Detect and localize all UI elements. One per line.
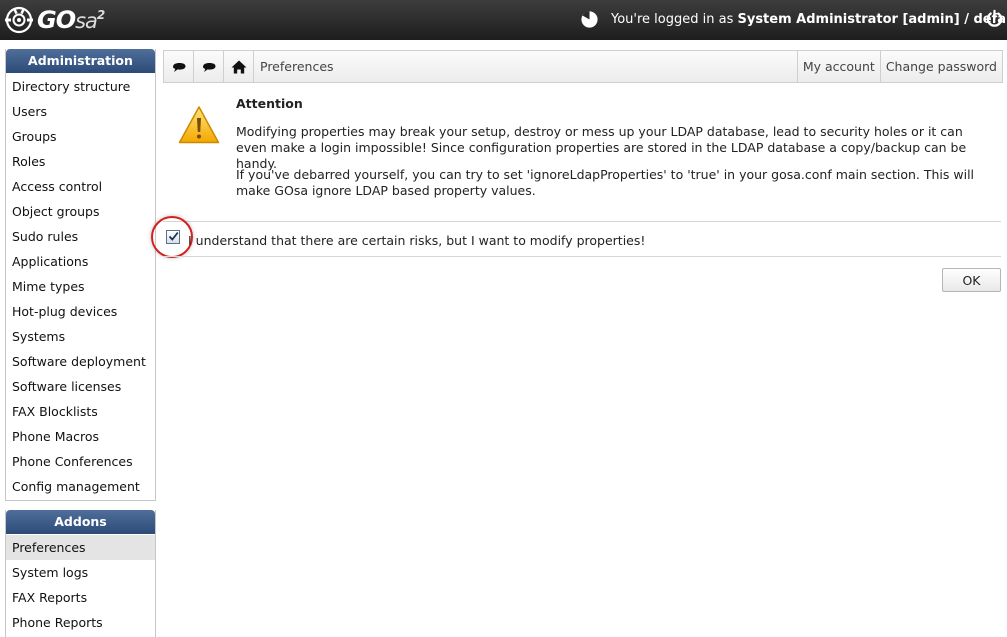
login-user: System Administrator [admin] / default (737, 12, 1007, 27)
breadcrumb: Preferences (260, 59, 334, 74)
menu-item-mime-types[interactable]: Mime types (6, 274, 155, 299)
recovery-hint-text: If you've debarred yourself, you can try… (236, 167, 975, 198)
speech-bubble-icon (172, 62, 185, 72)
warning-text: Modifying properties may break your setu… (236, 124, 967, 171)
menu-item-object-groups[interactable]: Object groups (6, 199, 155, 224)
menu-item-systems[interactable]: Systems (6, 324, 155, 349)
menu-item-fax-blocklists[interactable]: FAX Blocklists (6, 399, 155, 424)
gosa-logo: GOsa2 (4, 5, 105, 35)
menu-item-roles[interactable]: Roles (6, 149, 155, 174)
change-password-link[interactable]: Change password (879, 51, 1002, 82)
addons-menu: Addons Preferences System logs FAX Repor… (5, 510, 156, 637)
menu-item-software-licenses[interactable]: Software licenses (6, 374, 155, 399)
menu-item-config-management[interactable]: Config management (6, 474, 155, 499)
menu-item-access-control[interactable]: Access control (6, 174, 155, 199)
menu-item-phone-reports[interactable]: Phone Reports (6, 610, 155, 635)
menu-item-preferences[interactable]: Preferences (6, 535, 155, 560)
ok-button[interactable]: OK (942, 268, 1001, 292)
my-account-link[interactable]: My account (796, 51, 880, 82)
menu-item-system-logs[interactable]: System logs (6, 560, 155, 585)
login-info: You're logged in as System Administrator… (611, 12, 1007, 27)
divider (163, 221, 1001, 222)
warning-icon (178, 106, 220, 144)
accept-risks-checkbox[interactable] (166, 230, 180, 244)
plugin-help-button[interactable] (194, 51, 224, 82)
administration-menu: Administration Directory structure Users… (5, 49, 156, 501)
menu-item-hot-plug-devices[interactable]: Hot-plug devices (6, 299, 155, 324)
menu-item-groups[interactable]: Groups (6, 124, 155, 149)
menu-item-sudo-rules[interactable]: Sudo rules (6, 224, 155, 249)
menu-item-phone-conferences[interactable]: Phone Conferences (6, 449, 155, 474)
home-button[interactable] (224, 51, 254, 82)
menu-item-fax-reports[interactable]: FAX Reports (6, 585, 155, 610)
menu-item-users[interactable]: Users (6, 99, 155, 124)
logout-icon[interactable] (985, 9, 1004, 28)
logo-text: GOsa2 (37, 6, 105, 34)
session-timer-icon (581, 11, 598, 28)
home-icon (231, 60, 246, 73)
top-bar: GOsa2 You're logged in as System Adminis… (0, 0, 1007, 40)
menu-item-software-deployment[interactable]: Software deployment (6, 349, 155, 374)
breadcrumb-bar: Preferences My account Change password (163, 50, 1003, 83)
menu-item-phone-macros[interactable]: Phone Macros (6, 424, 155, 449)
divider (163, 256, 1001, 257)
speech-bubble-icon (202, 62, 215, 72)
administration-menu-title: Administration (6, 49, 155, 73)
checkmark-icon (168, 231, 179, 241)
addons-menu-title: Addons (6, 510, 155, 534)
attention-title: Attention (236, 96, 303, 111)
menu-item-directory-structure[interactable]: Directory structure (6, 74, 155, 99)
gosa-logo-icon (5, 6, 33, 34)
menu-item-applications[interactable]: Applications (6, 249, 155, 274)
plugin-description-button[interactable] (164, 51, 194, 82)
accept-risks-label[interactable]: I understand that there are certain risk… (188, 233, 645, 248)
